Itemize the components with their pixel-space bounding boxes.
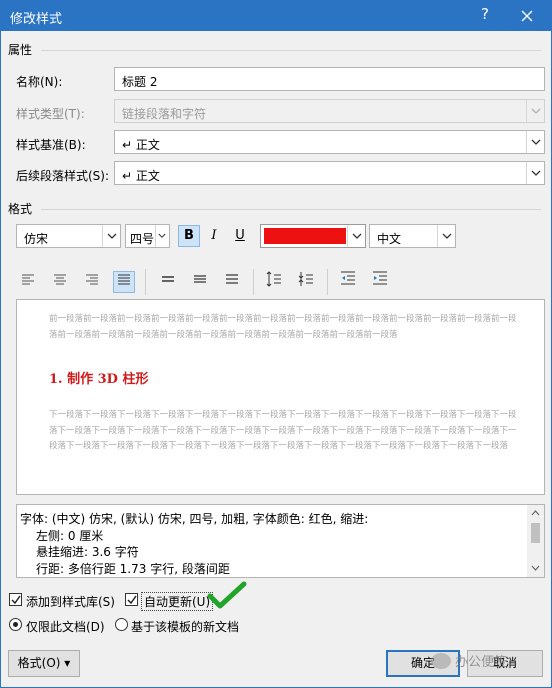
description-scrollbar[interactable] xyxy=(527,505,544,577)
name-value: 标题 2 xyxy=(122,75,158,89)
italic-button[interactable]: I xyxy=(203,225,225,247)
auto-update-label[interactable]: 自动更新(U) xyxy=(141,592,214,611)
align-center-icon[interactable] xyxy=(49,271,71,293)
style-type-label: 样式类型(T): xyxy=(16,107,85,121)
style-type-value: 链接段落和字符 xyxy=(122,107,207,121)
only-this-document-label[interactable]: 仅限此文档(D) xyxy=(26,618,105,635)
preview-previous-paragraph: 前一段落前一段落前一段落前一段落前一段落前一段落前一段落前一段落前一段落前一段落… xyxy=(49,314,517,340)
align-right-icon[interactable] xyxy=(81,271,103,293)
description-line: 行距: 多倍行距 1.73 字行, 段落间距 xyxy=(36,562,230,576)
based-on-label: 样式基准(B): xyxy=(16,138,86,152)
scroll-down-icon[interactable] xyxy=(531,565,540,571)
add-to-gallery-checkbox[interactable] xyxy=(9,593,22,606)
new-documents-template-radio[interactable] xyxy=(115,618,128,631)
scroll-up-icon[interactable] xyxy=(531,510,540,516)
description-line: 左侧: 0 厘米 xyxy=(36,529,104,543)
add-to-gallery-label[interactable]: 添加到样式库(S) xyxy=(26,593,115,610)
help-button[interactable]: ? xyxy=(477,5,493,23)
increase-indent-icon[interactable] xyxy=(369,271,391,293)
increase-spacing-icon[interactable] xyxy=(263,271,285,293)
check-mark-icon xyxy=(207,581,247,609)
chevron-down-icon[interactable] xyxy=(437,225,455,247)
script-select[interactable]: 中文 xyxy=(369,224,456,248)
chevron-down-icon[interactable] xyxy=(347,225,365,247)
decrease-indent-icon[interactable] xyxy=(337,271,359,293)
name-label: 名称(N): xyxy=(16,75,63,89)
font-color-swatch xyxy=(264,228,346,244)
dialog-title: 修改样式 xyxy=(10,12,63,27)
next-style-value: ↵ 正文 xyxy=(122,169,160,183)
style-preview-pane: 前一段落前一段落前一段落前一段落前一段落前一段落前一段落前一段落前一段落前一段落… xyxy=(16,299,545,495)
auto-update-checkbox[interactable] xyxy=(125,593,138,606)
chevron-down-icon xyxy=(526,100,544,122)
underline-button[interactable]: U xyxy=(229,225,251,247)
scrollbar-thumb[interactable] xyxy=(531,523,540,543)
properties-divider xyxy=(41,50,541,51)
style-description-box: 字体: (中文) 仿宋, (默认) 仿宋, 四号, 加粗, 字体颜色: 红色, … xyxy=(16,504,545,578)
chat-bubble-icon xyxy=(431,652,451,669)
only-this-document-radio[interactable] xyxy=(9,618,22,631)
format-menu-button[interactable]: 格式(O) ▾ xyxy=(8,650,80,677)
format-button-label: 格式(O) xyxy=(17,656,61,670)
font-size-select[interactable]: 四号 xyxy=(125,224,170,248)
double-spacing-icon[interactable] xyxy=(221,271,243,293)
font-select[interactable]: 仿宋 xyxy=(16,224,121,248)
chevron-down-icon[interactable] xyxy=(102,225,120,247)
description-line: 字体: (中文) 仿宋, (默认) 仿宋, 四号, 加粗, 字体颜色: 红色, … xyxy=(20,512,369,526)
dropdown-arrow-icon: ▾ xyxy=(64,656,71,670)
toolbar-separator xyxy=(145,269,146,295)
preview-sample-text: 1. 制作 3D 柱形 xyxy=(49,372,149,387)
align-left-icon[interactable] xyxy=(17,271,39,293)
one-half-spacing-icon[interactable] xyxy=(189,271,211,293)
close-icon[interactable] xyxy=(517,6,537,26)
title-bar: 修改样式 ? xyxy=(1,1,551,31)
format-section-label: 格式 xyxy=(8,202,33,216)
font-value: 仿宋 xyxy=(24,232,49,246)
modify-style-dialog: 修改样式 ? 属性 名称(N): 标题 2 样式类型(T): 链接段落和字符 样… xyxy=(0,0,552,688)
based-on-value: ↵ 正文 xyxy=(122,138,160,152)
chevron-down-icon[interactable] xyxy=(526,162,544,184)
toolbar-separator xyxy=(327,269,328,295)
watermark-text: 办公便签 xyxy=(455,655,508,670)
new-documents-template-label[interactable]: 基于该模板的新文档 xyxy=(131,618,239,635)
next-style-label: 后续段落样式(S): xyxy=(16,169,110,183)
chevron-down-icon[interactable] xyxy=(526,131,544,153)
preview-next-paragraph: 下一段落下一段落下一段落下一段落下一段落下一段落下一段落下一段落下一段落下一段落… xyxy=(49,410,517,451)
font-size-value: 四号 xyxy=(130,232,155,246)
decrease-spacing-icon[interactable] xyxy=(295,271,317,293)
style-type-select: 链接段落和字符 xyxy=(114,99,545,123)
chevron-down-icon[interactable] xyxy=(155,225,169,247)
properties-section-label: 属性 xyxy=(8,43,33,57)
format-divider xyxy=(41,209,541,210)
based-on-select[interactable]: ↵ 正文 xyxy=(114,130,545,154)
next-style-select[interactable]: ↵ 正文 xyxy=(114,161,545,185)
watermark: 办公便签 xyxy=(431,651,507,675)
script-value: 中文 xyxy=(377,232,402,246)
justify-icon[interactable] xyxy=(113,271,135,293)
single-spacing-icon[interactable] xyxy=(157,271,179,293)
name-field[interactable]: 标题 2 xyxy=(114,67,545,91)
bold-button[interactable]: B xyxy=(178,225,200,247)
font-color-select[interactable] xyxy=(260,224,366,248)
toolbar-separator xyxy=(253,269,254,295)
description-line: 悬挂缩进: 3.6 字符 xyxy=(36,545,139,559)
